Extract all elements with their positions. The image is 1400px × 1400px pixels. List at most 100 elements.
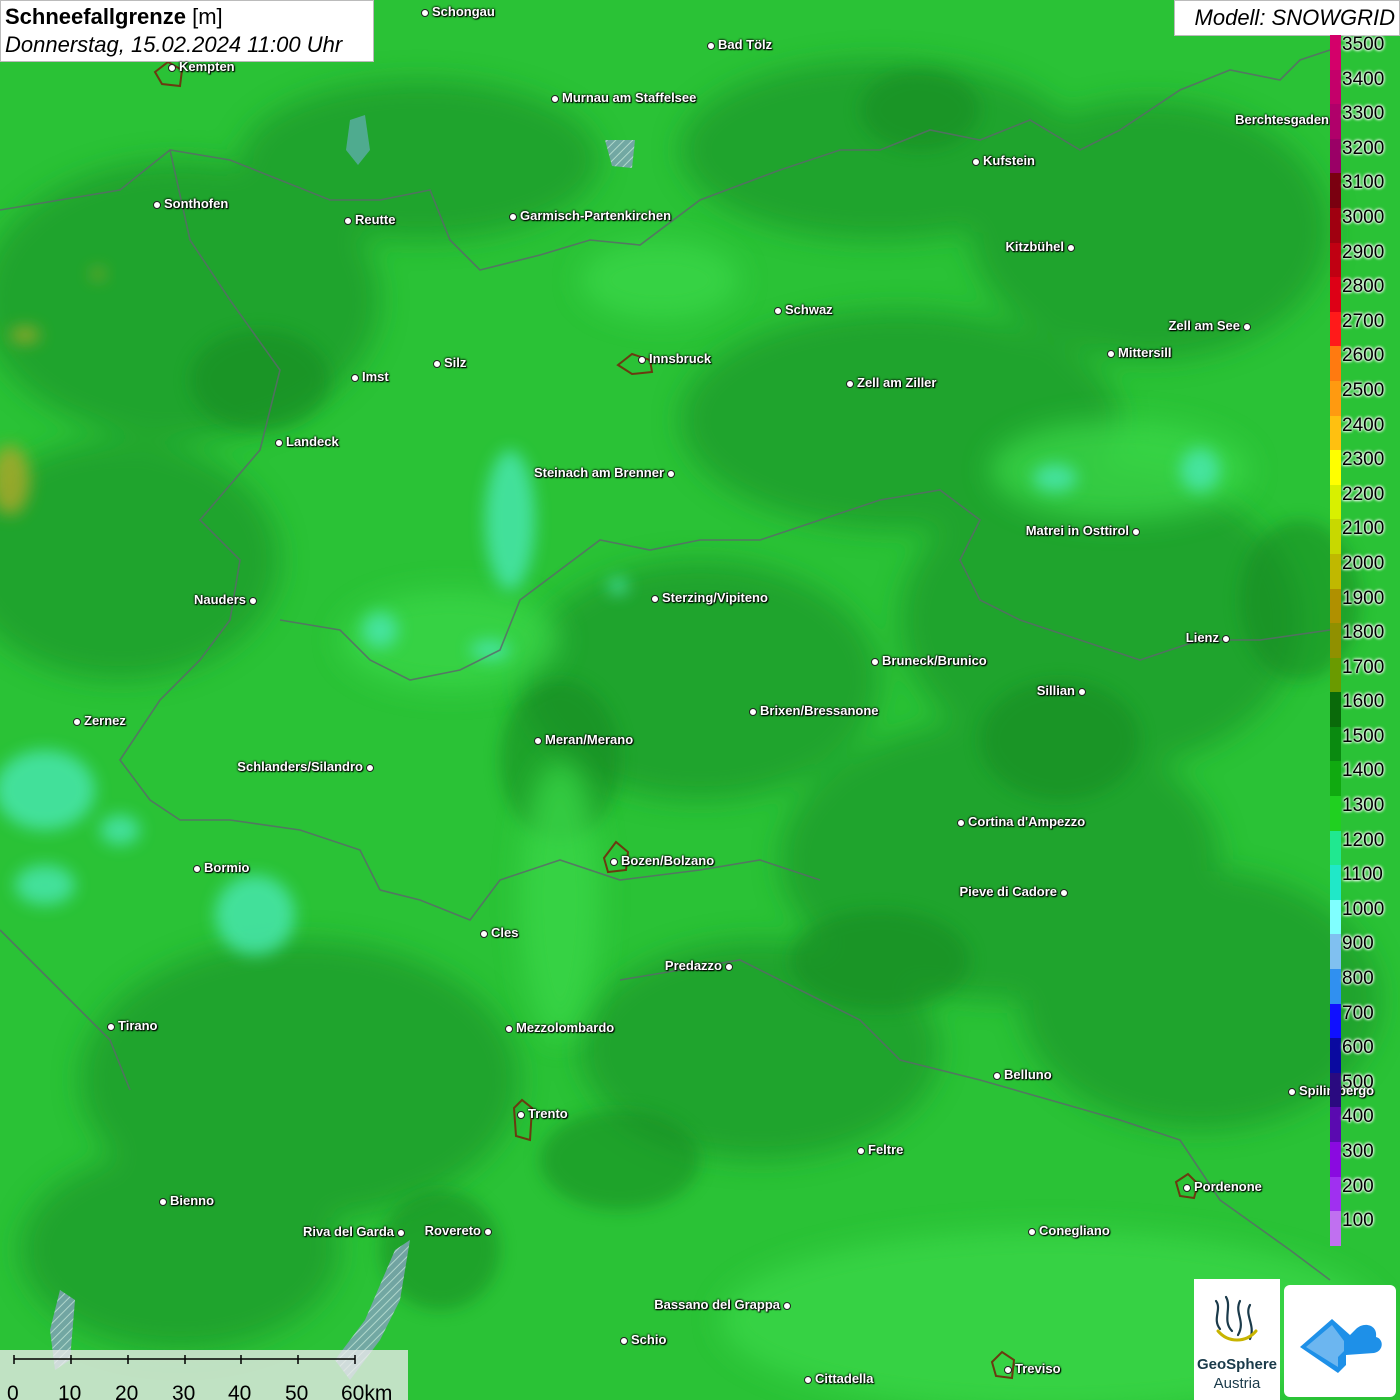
legend-label: 2300 [1342, 449, 1385, 471]
legend-label: 3200 [1342, 137, 1385, 159]
legend-row: 600 [1330, 1037, 1400, 1073]
city-dot-icon [193, 865, 201, 873]
legend-row: 3300 [1330, 103, 1400, 139]
snowfall-line-map: Schneefallgrenze [m] Donnerstag, 15.02.2… [0, 0, 1400, 1400]
legend-row: 300 [1330, 1141, 1400, 1177]
city-dot-icon [707, 42, 715, 50]
city-dot-icon [774, 307, 782, 315]
city-label: Innsbruck [649, 351, 712, 366]
city-dot-icon [857, 1147, 865, 1155]
legend-row: 2500 [1330, 380, 1400, 416]
legend-swatch [1330, 1176, 1341, 1212]
legend-swatch [1330, 173, 1341, 208]
city-label: Matrei in Osttirol [1025, 523, 1129, 538]
legend-label: 2800 [1342, 276, 1385, 298]
legend-row: 400 [1330, 1106, 1400, 1142]
scale-tick: 10 [58, 1382, 82, 1400]
city-label: Trento [528, 1106, 568, 1121]
legend-swatch [1330, 865, 1341, 900]
city-dot-icon [1243, 323, 1251, 331]
city-label: Zell am Ziller [857, 375, 937, 390]
city-label: Murnau am Staffelsee [562, 90, 697, 105]
weather-app-logo[interactable] [1284, 1285, 1396, 1397]
legend-row: 1300 [1330, 795, 1400, 831]
legend-swatch [1330, 380, 1341, 416]
legend-row: 2100 [1330, 518, 1400, 554]
parameter-name: Schneefallgrenze [5, 4, 186, 29]
city-label: Landeck [286, 434, 339, 449]
legend-row: 1200 [1330, 830, 1400, 866]
legend-row: 1900 [1330, 588, 1400, 624]
city-dot-icon [957, 819, 965, 827]
city-label: Sillian [1036, 683, 1075, 698]
city-label: Berchtesgaden [1235, 112, 1329, 127]
legend-swatch [1330, 138, 1341, 174]
legend-row: 3500 [1330, 34, 1400, 70]
legend-label: 1500 [1342, 725, 1385, 747]
city-dot-icon [651, 595, 659, 603]
legend-label: 600 [1342, 1037, 1374, 1059]
legend-row: 2300 [1330, 449, 1400, 485]
city-dot-icon [505, 1025, 513, 1033]
city-label: Bruneck/Brunico [882, 653, 987, 668]
forecast-datetime: Donnerstag, 15.02.2024 11:00 Uhr [5, 32, 343, 57]
legend-swatch [1330, 1072, 1341, 1108]
legend-label: 3100 [1342, 172, 1385, 194]
city-label: Bassano del Grappa [654, 1297, 780, 1312]
city-label: Riva del Garda [302, 1224, 394, 1239]
legend-swatch [1330, 761, 1341, 797]
city-dot-icon [1222, 635, 1230, 643]
city-dot-icon [551, 95, 559, 103]
city-label: Schlanders/Silandro [237, 759, 363, 774]
legend-row: 1100 [1330, 864, 1400, 900]
city-label: Schwaz [785, 302, 833, 317]
legend-swatch [1330, 588, 1341, 624]
scale-tick: 0 [7, 1382, 19, 1400]
scale-tick: 60km [341, 1382, 393, 1400]
city-dot-icon [620, 1337, 628, 1345]
scale-tick: 40 [228, 1382, 252, 1400]
legend-swatch [1330, 796, 1341, 831]
legend-swatch [1330, 1142, 1341, 1177]
city-label: Predazzo [664, 958, 722, 973]
legend-label: 700 [1342, 1002, 1374, 1024]
city-dot-icon [421, 9, 429, 17]
legend-swatch [1330, 35, 1341, 70]
color-legend: 3500 3400 3300 3200 3100 3000 2900 2800 2700 2600… [1330, 34, 1400, 1246]
city-label: Lienz [1185, 630, 1219, 645]
city-dot-icon [344, 217, 352, 225]
city-label: Nauders [193, 592, 246, 607]
legend-swatch [1330, 969, 1341, 1004]
city-label: Brixen/Bressanone [760, 703, 879, 718]
legend-row: 2900 [1330, 241, 1400, 278]
legend-row: 3400 [1330, 69, 1400, 105]
legend-label: 2100 [1342, 518, 1385, 540]
legend-label: 2600 [1342, 345, 1385, 367]
legend-swatch [1330, 450, 1341, 485]
city-label: Mittersill [1118, 345, 1172, 360]
legend-label: 1300 [1342, 795, 1385, 817]
cloud-arrow-icon [1300, 1319, 1382, 1373]
city-dot-icon [534, 737, 542, 745]
scale-tick: 50 [285, 1382, 309, 1400]
city-dot-icon [366, 764, 374, 772]
city-dot-icon [159, 1198, 167, 1206]
city-label: Garmisch-Partenkirchen [520, 208, 672, 223]
legend-row: 1000 [1330, 899, 1400, 935]
legend-swatch [1330, 934, 1341, 970]
map-title-box: Schneefallgrenze [m] Donnerstag, 15.02.2… [0, 0, 374, 62]
legend-swatch [1330, 242, 1341, 278]
legend-label: 2900 [1342, 241, 1385, 263]
city-label: Reutte [355, 212, 396, 227]
legend-label: 3500 [1342, 34, 1385, 55]
legend-label: 2200 [1342, 483, 1385, 505]
city-label: Cles [491, 925, 519, 940]
legend-swatch [1330, 657, 1341, 693]
city-label: Steinach am Brenner [533, 465, 664, 480]
geosphere-logo[interactable]: GeoSphere Austria [1194, 1279, 1280, 1400]
city-dot-icon [638, 356, 646, 364]
legend-label: 1100 [1342, 864, 1383, 886]
city-label: Schongau [432, 4, 495, 19]
city-label: Zernez [84, 713, 126, 728]
legend-row: 1600 [1330, 691, 1400, 727]
